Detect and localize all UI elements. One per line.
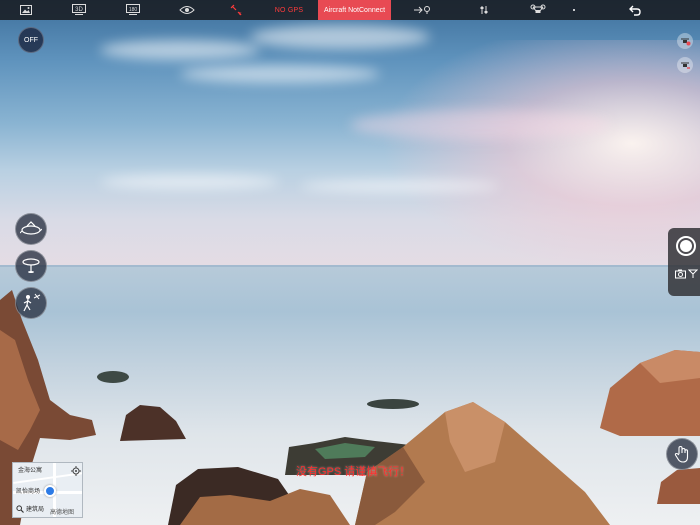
- drone-return-icon[interactable]: [677, 57, 693, 73]
- satellite-icon: x: [214, 0, 260, 20]
- cloud: [100, 40, 260, 60]
- photo-mode-icon[interactable]: [675, 266, 686, 284]
- small-rock: [97, 371, 129, 383]
- status-dot: [561, 0, 587, 20]
- top-toolbar: 3D 180 x NO GPS Aircraft NotConnect: [0, 0, 700, 20]
- map-provider-label: 高德地图: [50, 510, 75, 516]
- horizon: [0, 265, 700, 267]
- back-icon[interactable]: [587, 0, 649, 20]
- right-rock: [600, 350, 700, 436]
- current-location-marker: [44, 485, 56, 497]
- no-gps-status: NO GPS: [274, 6, 304, 14]
- follow-me-icon[interactable]: [15, 287, 47, 319]
- map-label: 建筑局: [26, 507, 45, 513]
- map-label: 金海公寓: [18, 468, 43, 474]
- route-icon[interactable]: [391, 0, 453, 20]
- gesture-control-icon[interactable]: [666, 438, 698, 470]
- cloud: [250, 25, 430, 49]
- video-mode-icon[interactable]: [687, 266, 699, 284]
- map-search[interactable]: 建筑局: [16, 504, 44, 513]
- right-rock-small: [657, 468, 700, 504]
- gallery-icon[interactable]: [0, 0, 52, 20]
- locate-icon[interactable]: [71, 466, 81, 476]
- orbit-mode-icon[interactable]: [15, 213, 47, 245]
- sunset-glow: [380, 40, 700, 270]
- svg-text:3D: 3D: [75, 7, 83, 13]
- cloud: [350, 110, 610, 140]
- svg-text:x: x: [239, 11, 242, 16]
- cloud: [180, 65, 380, 83]
- no-gps-warning: 没有GPS 请谨慎飞行！: [296, 466, 411, 478]
- map-label: 凯怡商场: [16, 489, 41, 495]
- cloud: [300, 180, 500, 192]
- aircraft-status: Aircraft NotConnect: [318, 0, 392, 20]
- small-rock: [120, 405, 186, 441]
- shutter-button[interactable]: [676, 236, 696, 256]
- settings-sliders-icon[interactable]: [453, 0, 515, 20]
- 3d-mode-icon[interactable]: 3D: [52, 0, 106, 20]
- minimap[interactable]: 金海公寓 凯怡商场 建筑局 高德地图: [12, 462, 83, 518]
- search-icon: [16, 504, 24, 513]
- circle-mode-icon[interactable]: [15, 250, 47, 282]
- camera-panel: [668, 228, 700, 296]
- foreground-rock: [180, 489, 350, 525]
- cloud: [100, 175, 280, 189]
- svg-text:180: 180: [129, 7, 138, 13]
- drone-warning-icon[interactable]: [677, 33, 693, 49]
- off-button[interactable]: OFF: [18, 27, 44, 53]
- eye-icon[interactable]: [160, 0, 214, 20]
- 180-mode-icon[interactable]: 180: [106, 0, 160, 20]
- camera-feed: [0, 0, 700, 525]
- drone-icon[interactable]: [515, 0, 561, 20]
